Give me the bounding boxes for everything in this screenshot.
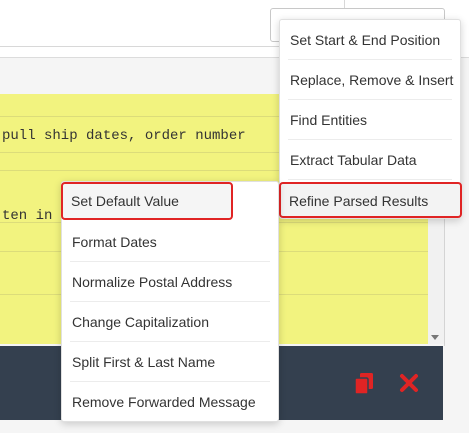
menu-divider bbox=[288, 179, 452, 180]
menu-item-label: Find Entities bbox=[290, 112, 368, 128]
menu-item-normalize-postal-address[interactable]: Normalize Postal Address bbox=[62, 262, 278, 302]
menu-item-label: Normalize Postal Address bbox=[72, 274, 233, 290]
menu-item-label: Set Default Value bbox=[71, 193, 179, 209]
menu-item-format-dates[interactable]: Format Dates bbox=[62, 222, 278, 262]
menu-item-extract-tabular-data[interactable]: Extract Tabular Data bbox=[280, 140, 460, 180]
scroll-down-icon[interactable] bbox=[431, 335, 439, 340]
menu-item-remove-forwarded-message[interactable]: Remove Forwarded Message bbox=[62, 382, 278, 422]
menu-item-label: Replace, Remove & Insert bbox=[290, 72, 454, 88]
menu-item-replace-remove-insert[interactable]: Replace, Remove & Insert bbox=[280, 60, 460, 100]
menu-item-label: Set Start & End Position bbox=[290, 32, 441, 48]
menu-item-change-capitalization[interactable]: Change Capitalization bbox=[62, 302, 278, 342]
menu-item-label: Split First & Last Name bbox=[72, 354, 216, 370]
copy-icon[interactable] bbox=[351, 370, 377, 396]
menu-item-set-start-end-position[interactable]: Set Start & End Position bbox=[280, 20, 460, 60]
menu-item-label: Change Capitalization bbox=[72, 314, 209, 330]
code-line: pull ship dates, order number bbox=[2, 128, 246, 144]
menu-item-label: Remove Forwarded Message bbox=[72, 394, 256, 410]
menu-item-refine-parsed-results[interactable]: Refine Parsed Results bbox=[279, 182, 462, 218]
refine-submenu: Set Default Value Format Dates Normalize… bbox=[61, 181, 279, 422]
menu-item-label: Format Dates bbox=[72, 234, 157, 250]
menu-item-label: Refine Parsed Results bbox=[289, 193, 429, 209]
menu-item-split-first-last-name[interactable]: Split First & Last Name bbox=[62, 342, 278, 382]
transform-menu: Set Start & End Position Replace, Remove… bbox=[279, 19, 462, 219]
menu-item-find-entities[interactable]: Find Entities bbox=[280, 100, 460, 140]
close-icon[interactable] bbox=[398, 372, 420, 394]
menu-item-label: Extract Tabular Data bbox=[290, 152, 417, 168]
menu-item-set-default-value[interactable]: Set Default Value bbox=[61, 182, 233, 220]
